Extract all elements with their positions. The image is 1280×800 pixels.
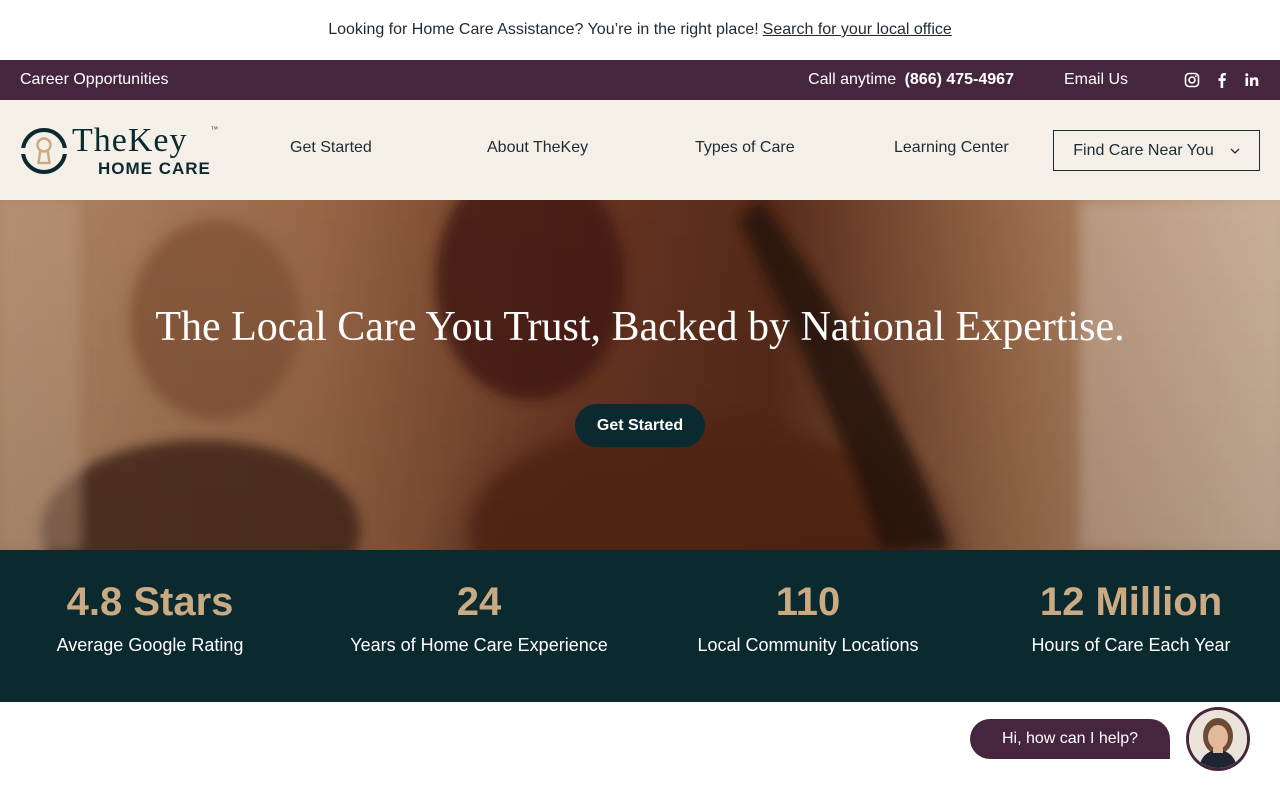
phone-number[interactable]: (866) 475-4967 bbox=[905, 71, 1014, 88]
stat-label: Hours of Care Each Year bbox=[1031, 635, 1231, 655]
career-opportunities-link[interactable]: Career Opportunities bbox=[20, 71, 169, 89]
stat-label: Local Community Locations bbox=[697, 635, 919, 655]
stat-years-experience: 24 Years of Home Care Experience bbox=[334, 550, 624, 656]
hero-banner: The Local Care You Trust, Backed by Nati… bbox=[0, 200, 1280, 550]
announcement-text: Looking for Home Care Assistance? You’re… bbox=[328, 21, 759, 38]
hero-get-started-button[interactable]: Get Started bbox=[575, 404, 705, 447]
facebook-icon[interactable] bbox=[1214, 72, 1230, 88]
linkedin-icon[interactable] bbox=[1244, 72, 1260, 88]
stat-hours-of-care: 12 Million Hours of Care Each Year bbox=[1000, 550, 1262, 656]
stat-value: 4.8 Stars bbox=[66, 580, 234, 624]
stat-label: Average Google Rating bbox=[56, 635, 244, 655]
find-care-near-you-button[interactable]: Find Care Near You bbox=[1053, 130, 1260, 171]
stat-google-rating: 4.8 Stars Average Google Rating bbox=[20, 550, 280, 656]
chat-agent-avatar[interactable] bbox=[1186, 707, 1250, 771]
stat-community-locations: 110 Local Community Locations bbox=[668, 550, 948, 656]
email-us-link[interactable]: Email Us bbox=[1064, 71, 1128, 89]
call-anytime[interactable]: Call anytime (866) 475-4967 bbox=[808, 71, 1014, 89]
chevron-down-icon bbox=[1230, 146, 1240, 156]
stat-value: 110 bbox=[775, 580, 841, 624]
agent-avatar-icon bbox=[1189, 710, 1247, 768]
nav-learning-center[interactable]: Learning Center bbox=[894, 139, 1009, 157]
utility-bar: Career Opportunities Call anytime (866) … bbox=[0, 60, 1280, 100]
nav-get-started[interactable]: Get Started bbox=[290, 139, 372, 157]
instagram-icon[interactable] bbox=[1184, 72, 1200, 88]
keyhole-logo-icon bbox=[20, 127, 68, 174]
logo-brand: TheKey ™ bbox=[72, 122, 219, 159]
chat-prompt-bubble[interactable]: Hi, how can I help? bbox=[970, 719, 1170, 759]
thekey-logo[interactable]: TheKey ™ HOME CARE bbox=[20, 122, 219, 178]
stat-value: 12 Million bbox=[1039, 580, 1223, 624]
stat-value: 24 bbox=[456, 580, 502, 624]
main-nav: TheKey ™ HOME CARE Get Started About TheK… bbox=[0, 100, 1280, 200]
logo-trademark: ™ bbox=[211, 125, 219, 133]
find-care-label: Find Care Near You bbox=[1073, 141, 1214, 159]
nav-types-of-care[interactable]: Types of Care bbox=[695, 139, 795, 157]
call-prefix: Call anytime bbox=[808, 71, 897, 88]
stats-band: 4.8 Stars Average Google Rating 24 Years… bbox=[0, 550, 1280, 702]
announcement-bar: Looking for Home Care Assistance? You’re… bbox=[0, 0, 1280, 60]
social-links bbox=[1184, 72, 1260, 88]
hero-headline: The Local Care You Trust, Backed by Nati… bbox=[155, 304, 1125, 350]
search-local-office-link[interactable]: Search for your local office bbox=[763, 21, 952, 39]
stat-label: Years of Home Care Experience bbox=[350, 635, 608, 655]
nav-about-thekey[interactable]: About TheKey bbox=[487, 139, 588, 157]
logo-subtitle: HOME CARE bbox=[98, 159, 211, 178]
